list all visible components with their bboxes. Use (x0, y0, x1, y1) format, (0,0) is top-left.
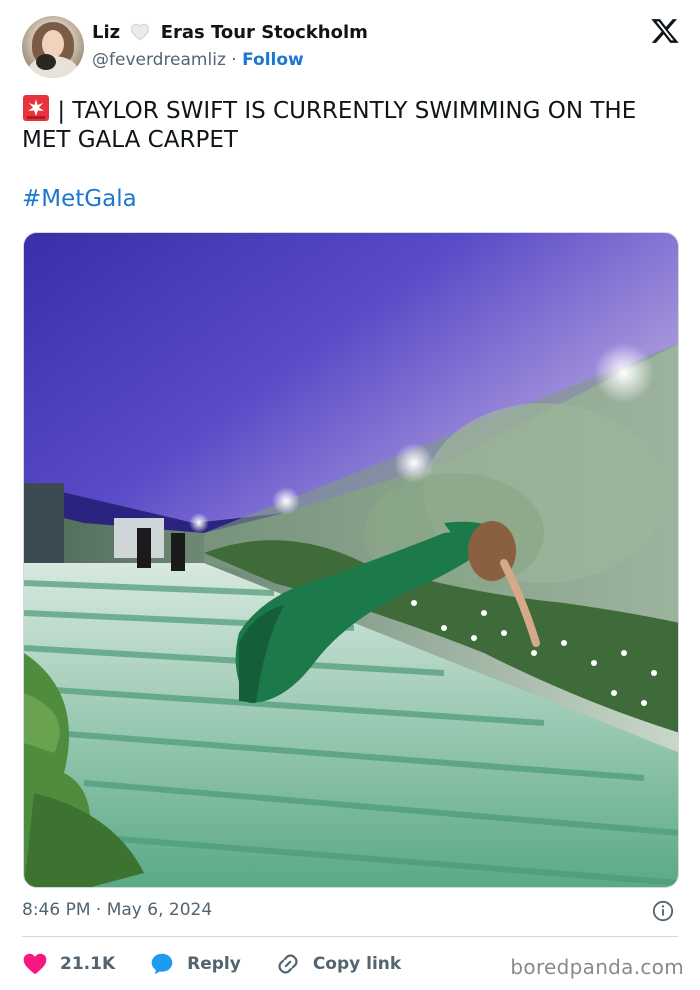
author-name-rest: Eras Tour Stockholm (160, 22, 368, 43)
like-count: 21.1K (60, 954, 116, 974)
action-bar: 21.1K Reply Copy link (22, 950, 435, 978)
avatar[interactable] (22, 16, 84, 78)
white-heart-icon (131, 23, 150, 41)
tweet-photo[interactable] (23, 232, 679, 888)
watermark: boredpanda.com (510, 955, 684, 979)
met-gala-photo (24, 233, 678, 887)
tweet-header: Liz Eras Tour Stockholm @feverdreamliz ·… (22, 16, 682, 80)
handle-line: @feverdreamliz · Follow (92, 50, 304, 70)
copy-link-button[interactable]: Copy link (275, 951, 401, 977)
reply-bubble-icon (151, 953, 173, 975)
tweet-text: | TAYLOR SWIFT IS CURRENTLY SWIMMING ON … (22, 94, 672, 155)
x-logo-icon[interactable] (650, 16, 680, 46)
divider (22, 936, 678, 937)
reply-label: Reply (187, 954, 241, 974)
author-name[interactable]: Liz Eras Tour Stockholm (92, 22, 368, 43)
copy-link-label: Copy link (312, 954, 402, 974)
tweet-timestamp[interactable]: 8:46 PM · May 6, 2024 (22, 900, 212, 920)
reply-button[interactable]: Reply (149, 951, 241, 977)
separator-dot: · (231, 50, 237, 70)
link-icon (278, 954, 298, 974)
author-name-first: Liz (92, 22, 121, 43)
siren-icon (23, 95, 49, 121)
like-button[interactable]: 21.1K (22, 951, 115, 977)
author-handle[interactable]: @feverdreamliz (92, 50, 226, 70)
hashtag-link[interactable]: #MetGala (22, 186, 137, 212)
info-icon[interactable] (652, 900, 674, 922)
heart-icon (23, 953, 47, 975)
follow-button[interactable]: Follow (242, 50, 304, 70)
tweet-body: | TAYLOR SWIFT IS CURRENTLY SWIMMING ON … (22, 98, 637, 153)
